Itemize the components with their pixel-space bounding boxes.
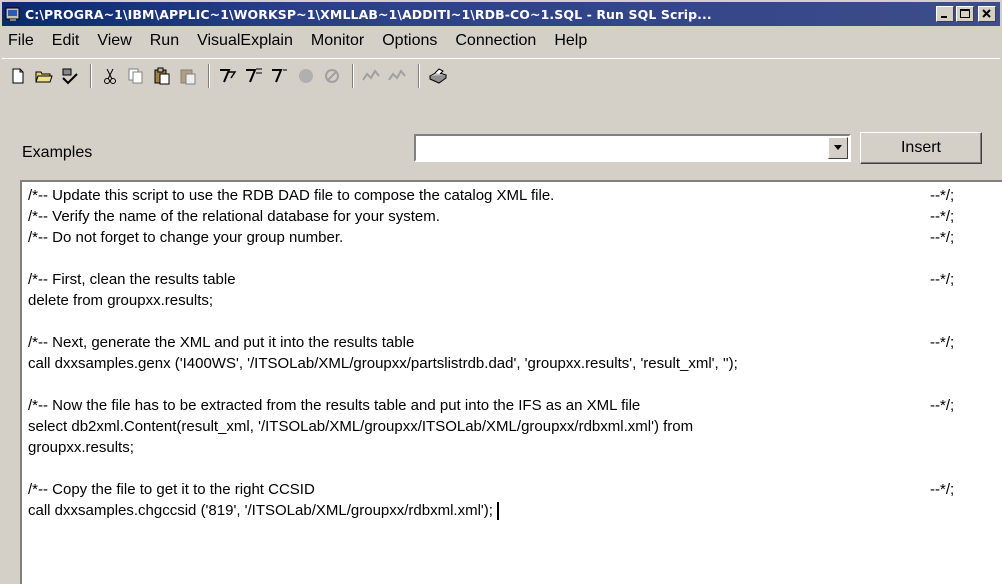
cut-icon <box>104 68 116 84</box>
comment-terminator: --*/; <box>930 334 955 351</box>
run-selected-icon <box>272 68 287 82</box>
dropdown-arrow-button[interactable] <box>828 137 848 159</box>
examples-label: Examples <box>22 144 93 161</box>
minimize-icon <box>941 16 947 18</box>
paste-special-button[interactable] <box>176 63 200 89</box>
window-title: C:\PROGRA~1\IBM\APPLIC~1\WORKSP~1\XMLLAB… <box>25 6 712 22</box>
script-line: groupxx.results; <box>28 439 134 456</box>
app-icon <box>5 7 20 21</box>
comment-terminator: --*/; <box>930 397 955 414</box>
new-button[interactable] <box>6 63 30 89</box>
save-icon <box>62 68 78 84</box>
comment-terminator: --*/; <box>930 187 955 204</box>
maximize-icon <box>960 9 970 18</box>
toolbar <box>2 58 1000 92</box>
paste-disabled-icon <box>180 69 196 84</box>
stop-icon <box>299 68 313 83</box>
script-line: /*-- Update this script to use the RDB D… <box>28 187 555 204</box>
menu-bar: File Edit View Run VisualExplain Monitor… <box>2 28 1000 54</box>
text-cursor <box>496 502 499 521</box>
save-button[interactable] <box>58 63 82 89</box>
paste-icon <box>154 67 170 84</box>
toolbar-separator <box>418 63 420 88</box>
sql-script-editor[interactable]: /*-- Update this script to use the RDB D… <box>20 180 1002 584</box>
run-all-icon <box>220 68 237 82</box>
run-selected-button[interactable] <box>268 63 292 89</box>
script-line: select db2xml.Content(result_xml, '/ITSO… <box>28 418 694 435</box>
comment-terminator: --*/; <box>930 208 955 225</box>
title-bar[interactable]: C:\PROGRA~1\IBM\APPLIC~1\WORKSP~1\XMLLAB… <box>2 2 1000 26</box>
print-button[interactable] <box>426 63 450 89</box>
script-line: /*-- Verify the name of the relational d… <box>28 208 440 225</box>
menu-run[interactable]: Run <box>141 30 188 52</box>
script-line: /*-- First, clean the results table <box>28 271 236 288</box>
menu-edit[interactable]: Edit <box>43 30 89 52</box>
menu-view[interactable]: View <box>88 30 140 52</box>
comment-terminator: --*/; <box>930 481 955 498</box>
copy-icon <box>128 68 143 83</box>
explain-button[interactable] <box>360 63 384 89</box>
run-and-explain-button[interactable] <box>386 63 410 89</box>
new-icon <box>12 68 24 83</box>
comment-terminator: --*/; <box>930 229 955 246</box>
close-icon <box>982 9 991 18</box>
paste-button[interactable] <box>150 63 174 89</box>
script-line: delete from groupxx.results; <box>28 292 214 309</box>
script-line: /*-- Next, generate the XML and put it i… <box>28 334 415 351</box>
script-line: /*-- Copy the file to get it to the righ… <box>28 481 315 498</box>
minimize-button[interactable] <box>936 6 954 22</box>
cancel-icon <box>325 68 339 83</box>
examples-row: Examples Insert <box>0 124 1002 168</box>
open-button[interactable] <box>32 63 56 89</box>
explain-icon <box>362 68 380 81</box>
run-from-selected-button[interactable] <box>242 63 266 89</box>
insert-button[interactable]: Insert <box>860 132 982 164</box>
cancel-button[interactable] <box>320 63 344 89</box>
menu-help[interactable]: Help <box>545 30 596 52</box>
toolbar-separator <box>90 63 92 88</box>
open-icon <box>35 71 53 82</box>
script-line: call dxxsamples.genx ('I400WS', '/ITSOLa… <box>28 355 738 372</box>
close-button[interactable] <box>978 6 996 22</box>
chevron-down-icon <box>834 145 842 150</box>
toolbar-separator <box>352 63 354 88</box>
menu-options[interactable]: Options <box>373 30 446 52</box>
script-line: call dxxsamples.chgccsid ('819', '/ITSOL… <box>28 501 499 521</box>
script-line: /*-- Do not forget to change your group … <box>28 229 344 246</box>
explain-disabled-icon <box>388 68 406 81</box>
examples-dropdown[interactable] <box>414 134 851 162</box>
print-icon <box>428 67 448 84</box>
copy-button[interactable] <box>124 63 148 89</box>
run-from-icon <box>246 68 262 82</box>
run-sql-scripts-window: C:\PROGRA~1\IBM\APPLIC~1\WORKSP~1\XMLLAB… <box>0 0 1002 584</box>
menu-connection[interactable]: Connection <box>446 30 545 52</box>
run-all-button[interactable] <box>216 63 240 89</box>
comment-terminator: --*/; <box>930 271 955 288</box>
script-line: /*-- Now the file has to be extracted fr… <box>28 397 641 414</box>
menu-file[interactable]: File <box>2 30 43 52</box>
cut-button[interactable] <box>98 63 122 89</box>
menu-monitor[interactable]: Monitor <box>302 30 373 52</box>
stop-button[interactable] <box>294 63 318 89</box>
toolbar-separator <box>208 63 210 88</box>
menu-visualexplain[interactable]: VisualExplain <box>188 30 302 52</box>
maximize-button[interactable] <box>956 6 974 22</box>
